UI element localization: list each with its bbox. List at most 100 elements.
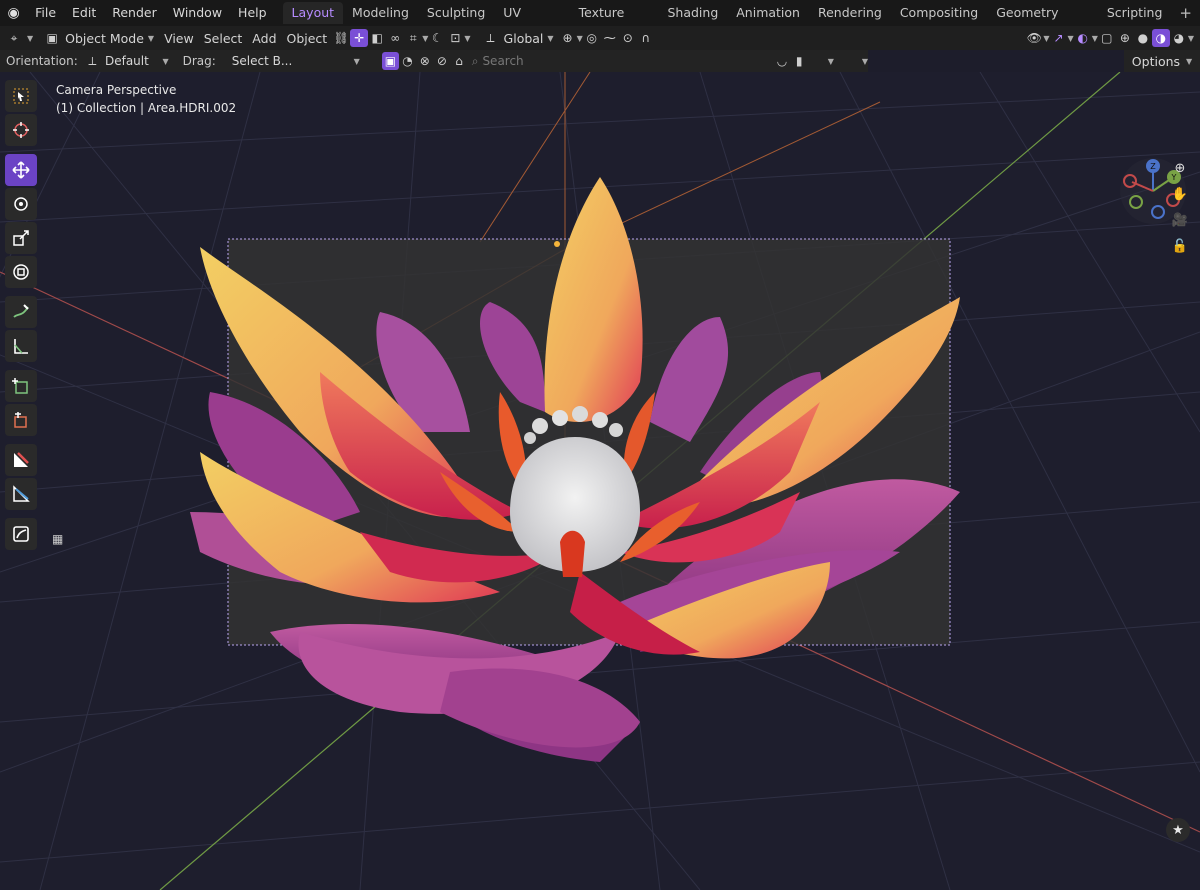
view-menu[interactable]: View <box>159 28 199 48</box>
camera-view-icon[interactable]: 🎥 <box>1168 208 1192 232</box>
menu-edit[interactable]: Edit <box>64 0 104 26</box>
select-mode-invert-icon[interactable]: ⊘ <box>433 52 450 70</box>
menu-file[interactable]: File <box>27 0 64 26</box>
chevron-down-icon: ▼ <box>147 33 155 43</box>
select-mode-extend-icon[interactable]: ◔ <box>399 52 416 70</box>
transform-orientation-select[interactable]: ⟂ Global ▼ <box>477 28 559 48</box>
search-icon: ⌕ <box>471 53 479 68</box>
menu-window[interactable]: Window <box>165 0 230 26</box>
lock-icon[interactable]: 🔓 <box>1168 234 1192 258</box>
material-preview-icon[interactable]: ◑ <box>1151 29 1170 47</box>
visibility-icon[interactable]: 👁 <box>1025 29 1043 47</box>
search-placeholder: Search <box>482 54 524 68</box>
xray-icon[interactable]: ▢ <box>1098 29 1116 47</box>
curve-icon[interactable]: ∩ <box>637 29 655 47</box>
workspace-tabs: Layout Modeling Sculpting UV Editing Tex… <box>282 0 1200 42</box>
viewport-editor-icon: ⌖ <box>10 30 18 45</box>
tab-compositing[interactable]: Compositing <box>891 2 987 24</box>
wireframe-shading-icon[interactable]: ⊕ <box>1116 29 1134 47</box>
select-mode-subtract-icon[interactable]: ⊗ <box>416 52 433 70</box>
orientation-icon: ⟂ <box>486 30 495 45</box>
pan-hand-icon[interactable]: ✋ <box>1168 182 1192 206</box>
tab-uv-editing[interactable]: UV Editing <box>494 2 569 42</box>
drag-label: Drag: <box>182 54 216 68</box>
orientation-label: Global <box>503 30 544 46</box>
chevron-down-icon: ▼ <box>861 56 869 66</box>
chevron-down-icon: ▼ <box>1067 33 1074 43</box>
editor-type-button[interactable]: ⌖ ▼ <box>0 28 38 48</box>
rip-icon[interactable] <box>5 478 37 510</box>
add-cube-icon[interactable] <box>5 370 37 402</box>
select-menu[interactable]: Select <box>199 28 248 48</box>
tab-animation[interactable]: Animation <box>727 2 809 24</box>
falloff-icon[interactable]: ⁓ <box>601 29 619 47</box>
menu-help[interactable]: Help <box>230 0 275 26</box>
bookmark-icon[interactable]: ▮ <box>791 52 808 70</box>
tab-texture-paint[interactable]: Texture Paint <box>570 2 659 42</box>
tab-rendering[interactable]: Rendering <box>809 2 891 24</box>
sidebar-toggle-icon[interactable]: ▦ <box>52 532 70 550</box>
overlay-toggle-icon[interactable]: ◐ <box>1074 29 1092 47</box>
search-field[interactable]: ⌕ Search <box>468 52 774 70</box>
overlay-proportional-icon[interactable]: ⊙ <box>619 29 637 47</box>
scale-icon[interactable] <box>5 222 37 254</box>
move-icon[interactable] <box>5 154 37 186</box>
rendered-shading-icon[interactable]: ◕ <box>1170 29 1188 47</box>
menu-render[interactable]: Render <box>104 0 165 26</box>
orientation-settings-value[interactable]: Default <box>101 54 162 68</box>
options-label: Options <box>1131 53 1181 69</box>
options-button[interactable]: Options ▼ <box>1124 50 1200 72</box>
chevron-down-icon: ▼ <box>464 33 471 43</box>
snap-icon[interactable]: ⊡ <box>446 29 464 47</box>
add-menu[interactable]: Add <box>247 28 281 48</box>
snap-target-icon[interactable]: ☾ <box>428 29 446 47</box>
shear-icon[interactable] <box>5 444 37 476</box>
transform-icon[interactable] <box>5 256 37 288</box>
favorite-star-icon[interactable]: ★ <box>1166 818 1190 842</box>
proportional-edit-icon[interactable]: ◎ <box>583 29 601 47</box>
tab-modeling[interactable]: Modeling <box>343 2 418 24</box>
top-menu-bar: ◉ File Edit Render Window Help Layout Mo… <box>0 0 1200 42</box>
snapping-magnet-icon[interactable]: ⊕ <box>559 29 577 47</box>
mode-label: Object Mode <box>65 30 144 46</box>
orientation-default-icon: ⟂ <box>88 53 97 68</box>
tab-sculpting[interactable]: Sculpting <box>418 2 494 24</box>
select-mode-new-icon[interactable]: ▣ <box>381 52 399 70</box>
extrude-icon[interactable] <box>5 404 37 436</box>
chevron-down-icon: ▼ <box>27 33 34 43</box>
cursor-icon[interactable] <box>5 114 37 146</box>
chevron-down-icon: ▼ <box>1186 56 1193 66</box>
chevron-down-icon: ▼ <box>827 56 834 66</box>
add-workspace-button[interactable]: + <box>1171 4 1200 22</box>
measure-icon[interactable] <box>5 330 37 362</box>
solid-shading-icon[interactable]: ● <box>1134 29 1152 47</box>
3d-viewport[interactable]: Camera Perspective (1) Collection | Area… <box>0 72 1200 890</box>
chevron-down-icon: ▼ <box>162 56 169 66</box>
render-region-icon[interactable] <box>5 518 37 550</box>
left-toolbar <box>5 80 39 552</box>
rotate-icon[interactable] <box>5 188 37 220</box>
transform-pivot-icon[interactable]: ⌗ <box>404 29 422 47</box>
light-origin-marker[interactable] <box>554 241 560 247</box>
transform-gizmo-icon[interactable]: ✛ <box>350 29 369 47</box>
zoom-icon[interactable]: ⊕ <box>1168 156 1192 180</box>
gizmo-toggle-icon[interactable]: ↗ <box>1050 29 1068 47</box>
object-menu[interactable]: Object <box>282 28 333 48</box>
select-mode-intersect-icon[interactable]: ⌂ <box>451 52 468 70</box>
link-icon[interactable]: ∞ <box>386 29 404 47</box>
drag-select-value[interactable]: Select B... <box>228 54 324 68</box>
blender-logo-icon[interactable]: ◉ <box>0 0 27 26</box>
tab-shading[interactable]: Shading <box>658 2 727 24</box>
chevron-down-icon: ▼ <box>1043 33 1050 43</box>
pivot-icon[interactable]: ⛓ <box>332 29 350 47</box>
bookmark-toggle-icon[interactable]: ◡ <box>773 52 790 70</box>
tab-scripting[interactable]: Scripting <box>1098 2 1172 24</box>
chevron-down-icon: ▼ <box>353 56 360 66</box>
annotate-icon[interactable] <box>5 296 37 328</box>
mode-select[interactable]: ▣ Object Mode ▼ <box>38 28 159 48</box>
tab-geometry-nodes[interactable]: Geometry Nodes <box>987 2 1098 42</box>
affect-only-icon[interactable]: ◧ <box>368 29 386 47</box>
select-box-icon[interactable] <box>5 80 37 112</box>
collection-label: (1) Collection | Area.HDRI.002 <box>56 101 237 115</box>
tab-layout[interactable]: Layout <box>282 2 344 24</box>
